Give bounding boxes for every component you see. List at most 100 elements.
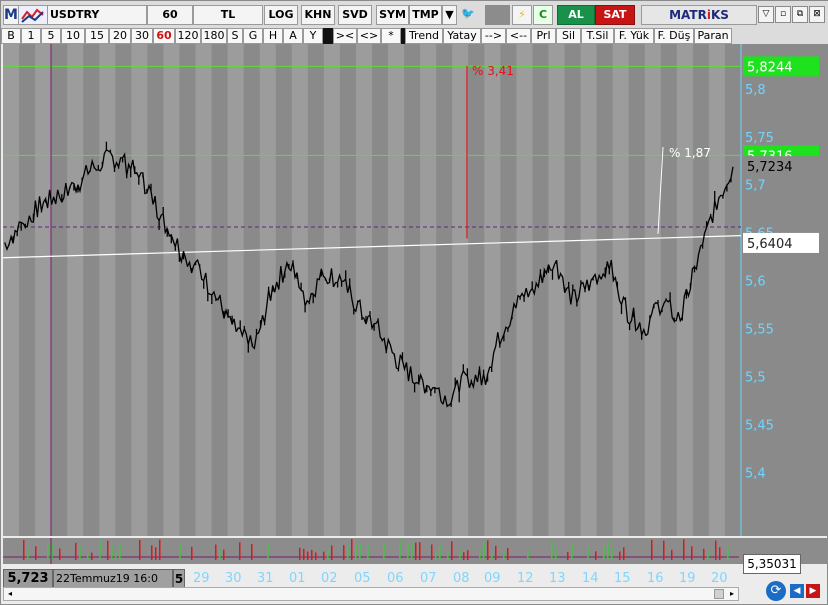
last-price-label: 5,7234 [747, 160, 793, 175]
volume-bar [715, 540, 717, 560]
nav-left-icon[interactable]: ◀ [790, 584, 804, 598]
period-field[interactable]: 60 [147, 5, 193, 25]
period-button[interactable]: Trend [405, 28, 443, 44]
c-button[interactable]: C [533, 5, 553, 25]
volume-bar [307, 551, 309, 560]
period-button[interactable]: 5 [41, 28, 61, 44]
nav-right-icon[interactable]: ▶ [806, 584, 820, 598]
triangle-down-icon[interactable]: ▼ [442, 5, 457, 25]
volume-panel[interactable] [3, 538, 828, 564]
period-button[interactable]: Sil [556, 28, 581, 44]
volume-bar [267, 543, 269, 560]
period-button[interactable]: 120 [175, 28, 201, 44]
volume-bar [439, 544, 441, 560]
symbol-field[interactable]: USDTRY [47, 5, 147, 25]
bird-icon[interactable]: 🐦 [458, 5, 478, 25]
volume-bar [119, 543, 121, 560]
volume-bar [555, 549, 557, 560]
period-button[interactable]: Paran [694, 28, 732, 44]
period-button[interactable]: * [381, 28, 401, 44]
period-button[interactable]: F. Düş [654, 28, 694, 44]
minimize-icon[interactable]: ▫ [775, 6, 791, 23]
period-button[interactable]: >< [333, 28, 357, 44]
scroll-thumb[interactable] [714, 589, 724, 599]
refresh-icon[interactable]: ⟳ [766, 581, 786, 601]
period-button[interactable]: G [243, 28, 263, 44]
period-button[interactable]: Prl [531, 28, 556, 44]
period-button[interactable]: F. Yük [614, 28, 654, 44]
date-tick-label: 06 [387, 571, 404, 586]
volume-bar [719, 547, 721, 560]
date-tick-label: 01 [289, 571, 306, 586]
volume-bar [139, 539, 141, 560]
period-toolbar: B 1 5 10 15 20 30 60 120 180 S G H A Y >< <> * Trend Yatay -… [1, 28, 828, 44]
period-button[interactable]: T.Sil [581, 28, 614, 44]
period-button[interactable]: Y [303, 28, 323, 44]
collapse-icon[interactable]: ▽ [758, 6, 774, 23]
period-button[interactable]: --> [481, 28, 506, 44]
period-button[interactable]: 20 [109, 28, 131, 44]
volume-bar [623, 547, 625, 560]
volume-bar [47, 543, 49, 560]
restore-icon[interactable]: ⧉ [792, 6, 808, 23]
volume-bar [219, 549, 221, 560]
tmp-button[interactable]: TMP [409, 5, 442, 25]
date-tick-label: 12 [517, 571, 534, 586]
sell-button[interactable]: SAT [595, 5, 635, 25]
period-button[interactable]: 1 [21, 28, 41, 44]
app-menu-button[interactable]: M [3, 5, 19, 25]
volume-bar [603, 546, 605, 560]
price-chart[interactable]: 5,85,755,75,655,65,555,55,455,4% 3,41% 1… [3, 44, 828, 536]
volume-bar [495, 545, 497, 560]
cursor-value: 5,723 [3, 569, 53, 589]
currency-field[interactable]: TL [193, 5, 263, 25]
period-button[interactable]: H [263, 28, 283, 44]
volume-bar [703, 548, 705, 560]
period-button[interactable]: 15 [85, 28, 109, 44]
scroll-right-icon[interactable]: ▸ [726, 588, 738, 600]
volume-bar [111, 545, 113, 560]
chart-type-icon[interactable] [18, 5, 48, 25]
horizontal-scrollbar[interactable]: ◂ ▸ [3, 587, 739, 601]
sym-button[interactable]: SYM [376, 5, 409, 25]
scroll-left-icon[interactable]: ◂ [4, 588, 16, 600]
period-button[interactable]: B [1, 28, 21, 44]
volume-bar [503, 551, 505, 560]
period-button[interactable]: 60 [153, 28, 175, 44]
volume-bar [347, 546, 349, 560]
buy-button[interactable]: AL [557, 5, 595, 25]
volume-bar [467, 550, 469, 560]
volume-bar [459, 549, 461, 560]
y-tick-label: 5,55 [745, 323, 774, 338]
volume-bar [587, 546, 589, 560]
session-band [195, 44, 212, 536]
close-icon[interactable]: ⊠ [809, 6, 825, 23]
y-tick-label: 5,4 [745, 467, 766, 482]
y-tick-label: 5,8 [745, 83, 766, 98]
lightning-icon[interactable]: ⚡ [512, 5, 532, 25]
trend-price-label: 5,6404 [747, 237, 793, 252]
date-tick-label: 07 [420, 571, 437, 586]
period-button[interactable]: Yatay [443, 28, 481, 44]
volume-bar [355, 544, 357, 560]
period-button[interactable]: <-- [506, 28, 531, 44]
session-band [516, 44, 533, 536]
cursor-date: 22Temmuz19 16:0 [53, 569, 173, 589]
color-swatch-button[interactable] [485, 5, 510, 25]
khn-button[interactable]: KHN [301, 5, 335, 25]
date-tick-label: 13 [549, 571, 566, 586]
period-button[interactable]: 10 [61, 28, 85, 44]
session-band [388, 44, 405, 536]
y-tick-label: 5,45 [745, 419, 774, 434]
period-button[interactable]: 180 [201, 28, 227, 44]
svd-button[interactable]: SVD [338, 5, 372, 25]
pct-marker-label-2: % 1,87 [669, 146, 711, 160]
period-button[interactable]: 30 [131, 28, 153, 44]
volume-bar [671, 549, 673, 560]
period-button[interactable]: <> [357, 28, 381, 44]
volume-bar [491, 552, 493, 560]
period-button[interactable]: S [227, 28, 243, 44]
log-button[interactable]: LOG [264, 5, 298, 25]
period-button[interactable]: A [283, 28, 303, 44]
volume-bar [359, 543, 361, 560]
